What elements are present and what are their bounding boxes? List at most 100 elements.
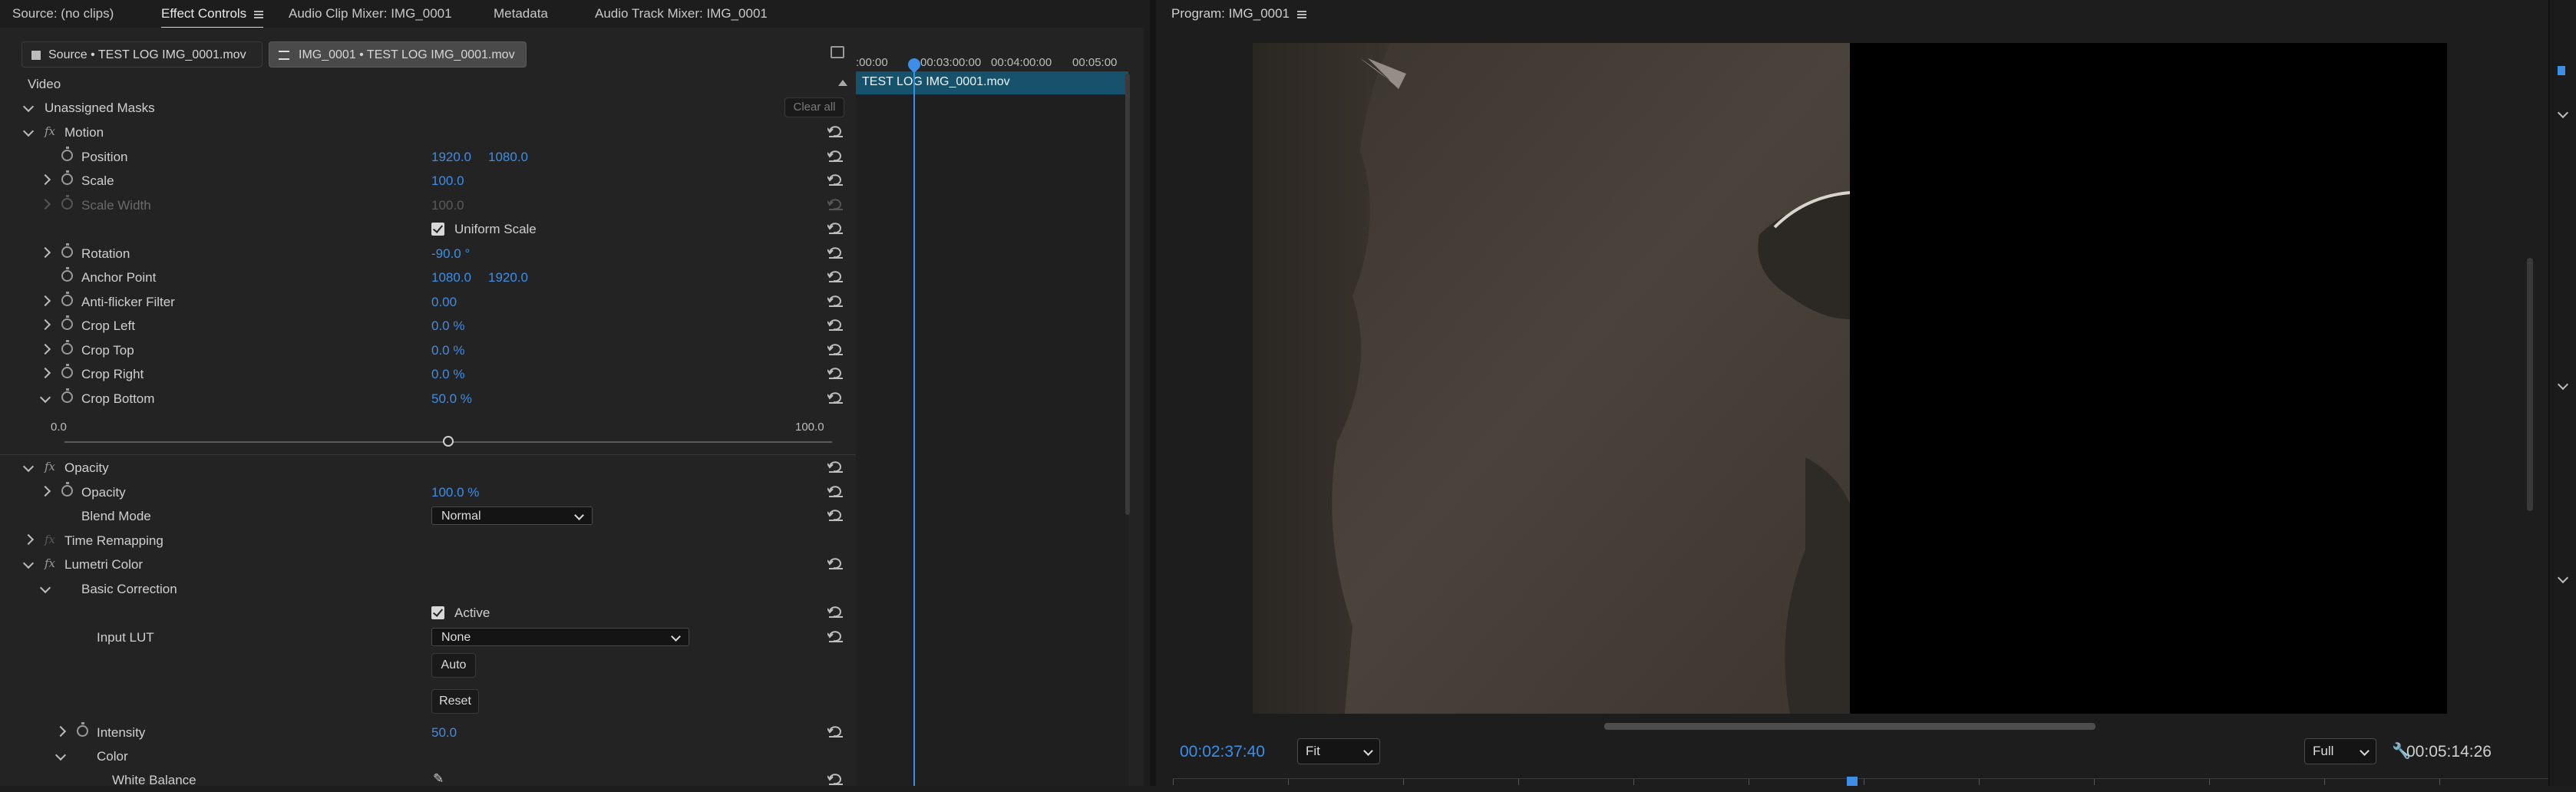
crop-top-value[interactable]: 0.0 % — [431, 343, 464, 358]
chevron-right-icon[interactable] — [39, 173, 51, 186]
chevron-down-icon[interactable] — [22, 125, 35, 137]
fx-icon[interactable]: fx — [45, 460, 55, 474]
fx-icon[interactable]: fx — [45, 124, 55, 138]
panel-menu-icon[interactable] — [1297, 10, 1307, 18]
rotation-value[interactable]: -90.0 ° — [431, 246, 470, 262]
reset-icon[interactable] — [827, 509, 844, 521]
reset-icon[interactable] — [827, 773, 844, 785]
active-checkbox[interactable] — [431, 606, 444, 619]
chevron-right-icon[interactable] — [22, 533, 35, 546]
panel-scrollbar[interactable] — [1125, 74, 1130, 515]
chevron-down-icon[interactable] — [22, 557, 35, 569]
reset-icon[interactable] — [827, 295, 844, 307]
clear-all-button[interactable]: Clear all — [784, 97, 844, 117]
reset-icon[interactable] — [827, 150, 844, 162]
stopwatch-icon[interactable] — [61, 292, 73, 306]
chevron-down-icon[interactable] — [39, 391, 51, 404]
chevron-right-icon[interactable] — [39, 367, 51, 379]
stopwatch-icon[interactable] — [61, 315, 73, 330]
timeline-clip[interactable]: TEST LOG IMG_0001.mov — [856, 71, 1128, 94]
stopwatch-icon[interactable] — [61, 482, 73, 497]
tab-effect-controls[interactable]: Effect Controls — [161, 6, 264, 28]
intensity-value[interactable]: 50.0 — [431, 725, 457, 741]
chevron-down-icon[interactable] — [22, 460, 35, 473]
monitor-vertical-scrollbar[interactable] — [2527, 258, 2533, 511]
source-clip-button[interactable]: Source • TEST LOG IMG_0001.mov — [21, 41, 263, 68]
playhead-line[interactable] — [913, 58, 915, 786]
stopwatch-icon[interactable] — [77, 722, 88, 737]
effect-timeline[interactable] — [856, 54, 1128, 786]
anchor-point-x-value[interactable]: 1080.0 — [431, 270, 471, 285]
reset-icon[interactable] — [827, 367, 844, 379]
stopwatch-icon[interactable] — [61, 340, 73, 355]
reset-icon[interactable] — [827, 270, 844, 282]
panel-divider[interactable] — [1150, 0, 1156, 786]
program-video-frame[interactable] — [1253, 43, 2447, 714]
reset-icon[interactable] — [827, 343, 844, 355]
stopwatch-icon[interactable] — [61, 170, 73, 185]
collapse-up-icon[interactable] — [838, 80, 847, 86]
position-y-value[interactable]: 1080.0 — [488, 150, 528, 165]
chevron-down-icon[interactable] — [39, 582, 51, 594]
zoom-fit-dropdown[interactable]: Fit — [1297, 738, 1380, 764]
blend-mode-dropdown[interactable]: Normal — [431, 507, 593, 525]
reset-icon[interactable] — [827, 606, 844, 618]
auto-button[interactable]: Auto — [431, 653, 476, 678]
stopwatch-icon[interactable] — [61, 243, 73, 258]
reset-icon[interactable] — [827, 460, 844, 473]
reset-icon[interactable] — [827, 725, 844, 738]
chevron-right-icon[interactable] — [39, 246, 51, 259]
tab-audio-track-mixer[interactable]: Audio Track Mixer: IMG_0001 — [595, 6, 768, 21]
chevron-down-icon[interactable] — [22, 101, 35, 113]
tab-metadata[interactable]: Metadata — [494, 6, 548, 21]
program-timeline-ruler[interactable] — [1173, 778, 2551, 787]
reset-icon[interactable] — [827, 391, 844, 404]
chevron-right-icon[interactable] — [39, 295, 51, 307]
eyedropper-icon[interactable]: ✎ — [433, 771, 444, 787]
sequence-clip-button[interactable]: IMG_0001 • TEST LOG IMG_0001.mov — [269, 41, 527, 68]
chevron-down-icon[interactable] — [54, 749, 67, 761]
chevron-right-icon[interactable] — [39, 485, 51, 497]
crop-left-value[interactable]: 0.0 % — [431, 318, 464, 334]
monitor-scroll-bar[interactable] — [1604, 723, 2095, 730]
stopwatch-icon[interactable] — [61, 147, 73, 161]
stopwatch-icon[interactable] — [61, 388, 73, 403]
stopwatch-icon[interactable] — [61, 267, 73, 282]
chevron-down-icon[interactable] — [2557, 572, 2569, 584]
tab-source[interactable]: Source: (no clips) — [12, 6, 114, 21]
program-monitor-title[interactable]: Program: IMG_0001 — [1171, 6, 1307, 21]
tab-audio-clip-mixer[interactable]: Audio Clip Mixer: IMG_0001 — [289, 6, 452, 21]
reset-icon[interactable] — [827, 557, 844, 569]
scale-value[interactable]: 100.0 — [431, 173, 464, 189]
toggle-timeline-icon[interactable] — [831, 46, 844, 58]
reset-icon[interactable] — [827, 318, 844, 331]
crop-bottom-value[interactable]: 50.0 % — [431, 391, 472, 407]
chevron-right-icon[interactable] — [39, 318, 51, 331]
position-x-value[interactable]: 1920.0 — [431, 150, 471, 165]
reset-icon[interactable] — [827, 246, 844, 259]
chevron-right-icon[interactable] — [54, 725, 67, 738]
chevron-right-icon[interactable] — [39, 343, 51, 355]
reset-icon[interactable] — [827, 173, 844, 186]
uniform-scale-checkbox[interactable] — [431, 223, 444, 236]
input-lut-dropdown[interactable]: None — [431, 628, 689, 646]
program-playhead[interactable] — [1847, 777, 1858, 786]
reset-button[interactable]: Reset — [431, 689, 479, 714]
anti-flicker-value[interactable]: 0.00 — [431, 295, 457, 310]
panel-edge-icon[interactable] — [2558, 66, 2565, 75]
reset-icon[interactable] — [827, 125, 844, 137]
opacity-value[interactable]: 100.0 % — [431, 485, 479, 500]
reset-icon[interactable] — [827, 222, 844, 234]
reset-icon[interactable] — [827, 630, 844, 642]
chevron-down-icon[interactable] — [2557, 378, 2569, 391]
anchor-point-y-value[interactable]: 1920.0 — [488, 270, 528, 285]
current-timecode[interactable]: 00:02:37:40 — [1180, 743, 1265, 761]
reset-icon[interactable] — [827, 485, 844, 497]
chevron-down-icon[interactable] — [2557, 107, 2569, 119]
crop-right-value[interactable]: 0.0 % — [431, 367, 464, 382]
resolution-dropdown[interactable]: Full — [2304, 738, 2376, 764]
crop-bottom-slider-knob[interactable] — [443, 436, 454, 447]
stopwatch-icon[interactable] — [61, 364, 73, 378]
timeline-ruler[interactable]: :00:00 00:03:00:00 00:04:00:00 00:05:00 — [856, 54, 1128, 71]
fx-icon[interactable]: fx — [45, 556, 55, 570]
